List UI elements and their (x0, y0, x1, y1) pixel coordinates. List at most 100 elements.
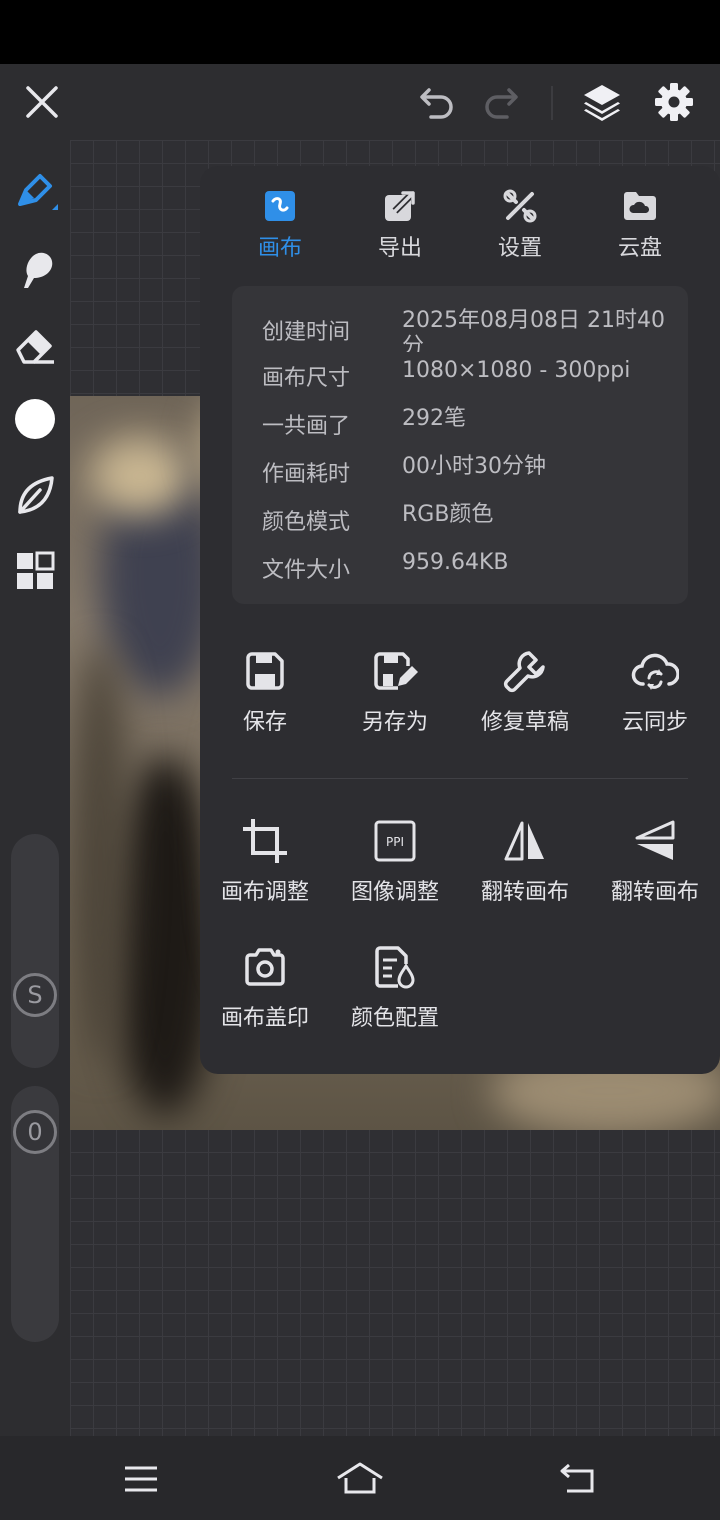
tab-label: 画布 (257, 236, 302, 261)
canvas-info-box: 创建时间 2025年08月08日 21时40分 画布尺寸 1080×1080 -… (232, 286, 688, 604)
action-label: 翻转画布 (610, 880, 699, 905)
canvas-adjust-button[interactable]: 画布调整 (200, 816, 330, 906)
info-row-strokes: 一共画了 292笔 (232, 402, 688, 442)
action-label: 颜色配置 (350, 1006, 439, 1031)
info-label: 作画耗时 (262, 462, 351, 487)
redo-icon (485, 88, 518, 119)
crop-icon (243, 819, 287, 863)
save-button[interactable]: 保存 (200, 646, 330, 736)
top-toolbar (0, 64, 720, 140)
undo-icon (420, 88, 453, 119)
brush-size-label: S (27, 981, 43, 1009)
gear-icon (655, 83, 693, 121)
camera-icon (245, 948, 285, 986)
save-as-button[interactable]: 另存为 (330, 646, 460, 736)
info-value: 959.64KB (402, 550, 509, 575)
info-row-duration: 作画耗时 00小时30分钟 (232, 450, 688, 490)
nav-back-button[interactable] (554, 1454, 604, 1504)
smudge-tool-button[interactable] (10, 244, 60, 294)
redo-button[interactable] (478, 82, 524, 122)
home-icon (337, 1462, 383, 1494)
tab-canvas[interactable]: 画布 (230, 186, 330, 262)
materials-button[interactable] (10, 546, 60, 596)
current-color-swatch (15, 399, 55, 439)
info-row-color-mode: 颜色模式 RGB颜色 (232, 498, 688, 538)
layers-button[interactable] (578, 78, 626, 126)
save-icon (246, 652, 284, 690)
action-label: 图像调整 (350, 880, 439, 905)
close-icon (26, 86, 58, 118)
grid-icon (17, 551, 55, 589)
leaf-icon (18, 476, 54, 514)
canvas-stamp-button[interactable]: 画布盖印 (200, 942, 330, 1032)
color-picker-button[interactable] (10, 394, 60, 444)
action-label: 翻转画布 (480, 880, 569, 905)
info-row-file-size: 文件大小 959.64KB (232, 546, 688, 586)
action-label: 云同步 (621, 710, 688, 735)
wrench-icon (503, 651, 545, 693)
flip-horizontal-button[interactable]: 翻转画布 (460, 816, 590, 906)
image-adjust-button[interactable]: PPI 图像调整 (330, 816, 460, 906)
tab-label: 设置 (497, 236, 542, 261)
cloud-sync-button[interactable]: 云同步 (590, 646, 720, 736)
action-label: 画布调整 (220, 880, 309, 905)
export-icon (385, 190, 416, 221)
action-label: 画布盖印 (220, 1006, 309, 1031)
tab-label: 云盘 (617, 236, 662, 261)
color-profile-button[interactable]: 颜色配置 (330, 942, 460, 1032)
flip-vertical-icon (635, 820, 675, 860)
action-label: 保存 (242, 710, 287, 735)
brush-tool-button[interactable] (10, 166, 60, 216)
info-value: RGB颜色 (402, 502, 494, 527)
left-tool-bar: S 0 (0, 140, 70, 1436)
layers-icon (584, 85, 620, 121)
svg-text:PPI: PPI (386, 835, 404, 849)
action-label: 修复草稿 (480, 710, 569, 735)
canvas-icon (265, 191, 295, 221)
menu-icon (125, 1466, 157, 1492)
opacity-handle[interactable]: 0 (13, 1110, 57, 1154)
menu-divider (232, 778, 688, 779)
flip-horizontal-icon (504, 821, 544, 861)
eraser-tool-button[interactable] (10, 320, 60, 370)
smudge-icon (24, 252, 53, 288)
brush-library-button[interactable] (10, 470, 60, 520)
action-label: 另存为 (361, 710, 428, 735)
repair-draft-button[interactable]: 修复草稿 (460, 646, 590, 736)
info-label: 文件大小 (262, 558, 351, 583)
back-icon (560, 1463, 594, 1493)
eraser-icon (16, 330, 54, 364)
info-value: 00小时30分钟 (402, 454, 546, 479)
flip-vertical-button[interactable]: 翻转画布 (590, 816, 720, 906)
info-label: 创建时间 (262, 320, 351, 345)
cloud-folder-icon (624, 192, 656, 220)
system-navigation-bar (0, 1436, 720, 1520)
undo-button[interactable] (414, 82, 460, 122)
info-value: 292笔 (402, 406, 466, 431)
tab-cloud[interactable]: 云盘 (590, 186, 690, 262)
ppi-icon: PPI (374, 820, 416, 862)
brush-size-handle[interactable]: S (13, 973, 57, 1017)
status-bar (0, 0, 720, 64)
brush-size-slider[interactable] (11, 834, 59, 1068)
opacity-label: 0 (27, 1118, 43, 1146)
save-as-icon (374, 652, 418, 690)
pen-icon (18, 174, 58, 210)
tab-export[interactable]: 导出 (350, 186, 450, 262)
app-screen: S 0 画布 导出 设置 云盘 创建时间 2025年08月08日 21时40分 … (0, 0, 720, 1520)
info-label: 画布尺寸 (262, 366, 351, 391)
info-label: 一共画了 (262, 414, 351, 439)
info-row-size: 画布尺寸 1080×1080 - 300ppi (232, 354, 688, 394)
tab-label: 导出 (377, 236, 422, 261)
toolbar-divider (551, 86, 553, 120)
tab-settings[interactable]: 设置 (470, 186, 570, 262)
close-button[interactable] (20, 80, 64, 124)
info-value: 1080×1080 - 300ppi (402, 358, 631, 383)
nav-home-button[interactable] (335, 1454, 385, 1504)
info-label: 颜色模式 (262, 510, 351, 535)
nav-menu-button[interactable] (116, 1454, 166, 1504)
tools-icon (503, 189, 537, 223)
color-profile-icon (375, 946, 415, 989)
settings-button[interactable] (650, 78, 698, 126)
cloud-sync-icon (631, 653, 679, 690)
